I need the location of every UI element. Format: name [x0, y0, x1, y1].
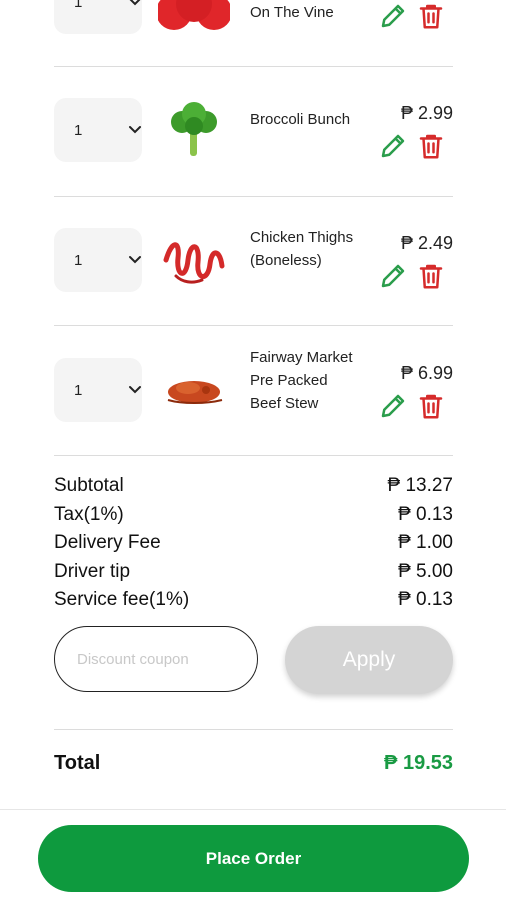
item-price: ₱ 2.49 [400, 233, 453, 253]
total-value: ₱ 19.53 [384, 752, 453, 774]
item-price: ₱ 6.99 [400, 363, 453, 383]
chevron-down-icon [129, 0, 141, 6]
cart-item-tomatoes: 1 On The Vine [54, 0, 453, 60]
chevron-down-icon [129, 386, 141, 394]
trash-icon[interactable] [416, 391, 446, 421]
summary-label: Service fee(1%) [54, 589, 190, 610]
summary-value: ₱ 5.00 [398, 560, 453, 582]
summary-value: ₱ 0.13 [398, 589, 453, 610]
edit-icon[interactable] [378, 1, 408, 31]
summary-label: Tax(1%) [54, 503, 124, 525]
beef-stew-icon [167, 381, 223, 404]
summary-value: ₱ 0.13 [398, 503, 453, 525]
divider [54, 729, 453, 730]
cart-item-beef-stew: 1 Fairway Market Pre Packed Beef Stew ₱ … [54, 349, 453, 458]
summary-row-tax: Tax(1%) ₱ 0.13 [54, 501, 453, 530]
summary-row-service-fee: Service fee(1%) ₱ 0.13 [54, 586, 453, 615]
item-actions [378, 260, 446, 292]
divider [54, 455, 453, 456]
chicken-thighs-icon [163, 242, 225, 284]
quantity-value: 1 [74, 121, 83, 139]
summary-label: Driver tip [54, 560, 131, 582]
item-actions [378, 0, 446, 32]
summary-label: Delivery Fee [54, 532, 161, 553]
trash-icon[interactable] [416, 1, 446, 31]
edit-icon[interactable] [378, 391, 408, 421]
item-actions [378, 130, 446, 162]
item-name: On The Vine [250, 4, 334, 21]
item-price: ₱ 2.99 [400, 103, 453, 123]
apply-coupon-button[interactable]: Apply [285, 626, 453, 694]
divider [54, 66, 453, 67]
tomatoes-icon [158, 0, 230, 30]
divider [54, 325, 453, 326]
summary-label: Subtotal [54, 475, 124, 496]
item-actions [378, 390, 446, 422]
cart-item-broccoli: 1 Broccoli Bunch ₱ 2.99 [54, 98, 453, 198]
chevron-down-icon [129, 126, 141, 134]
quantity-selector[interactable]: 1 [54, 0, 142, 34]
broccoli-icon [171, 102, 217, 156]
edit-icon[interactable] [378, 131, 408, 161]
quantity-selector[interactable]: 1 [54, 98, 142, 162]
quantity-value: 1 [74, 0, 83, 11]
quantity-value: 1 [74, 381, 83, 399]
item-name: Chicken Thighs (Boneless) [250, 229, 354, 269]
divider [0, 809, 506, 810]
summary-value: ₱ 13.27 [387, 475, 454, 496]
summary-row-delivery-fee: Delivery Fee ₱ 1.00 [54, 529, 453, 558]
item-name: Fairway Market Pre Packed Beef Stew [250, 349, 353, 412]
summary-row-subtotal: Subtotal ₱ 13.27 [54, 472, 453, 501]
quantity-selector[interactable]: 1 [54, 228, 142, 292]
item-name: Broccoli Bunch [250, 111, 351, 128]
quantity-value: 1 [74, 251, 83, 269]
discount-coupon-input[interactable]: Discount coupon [54, 626, 258, 692]
divider [54, 196, 453, 197]
quantity-selector[interactable]: 1 [54, 358, 142, 422]
chevron-down-icon [129, 256, 141, 264]
cart-item-chicken: 1 Chicken Thighs (Boneless) ₱ 2.49 [54, 228, 453, 328]
summary-value: ₱ 1.00 [398, 532, 453, 553]
summary-row-driver-tip: Driver tip ₱ 5.00 [54, 558, 453, 587]
place-order-button[interactable]: Place Order [38, 825, 469, 892]
total-label: Total [54, 752, 101, 774]
trash-icon[interactable] [416, 131, 446, 161]
trash-icon[interactable] [416, 261, 446, 291]
order-summary: Subtotal ₱ 13.27 Tax(1%) ₱ 0.13 Delivery… [54, 472, 453, 615]
edit-icon[interactable] [378, 261, 408, 291]
